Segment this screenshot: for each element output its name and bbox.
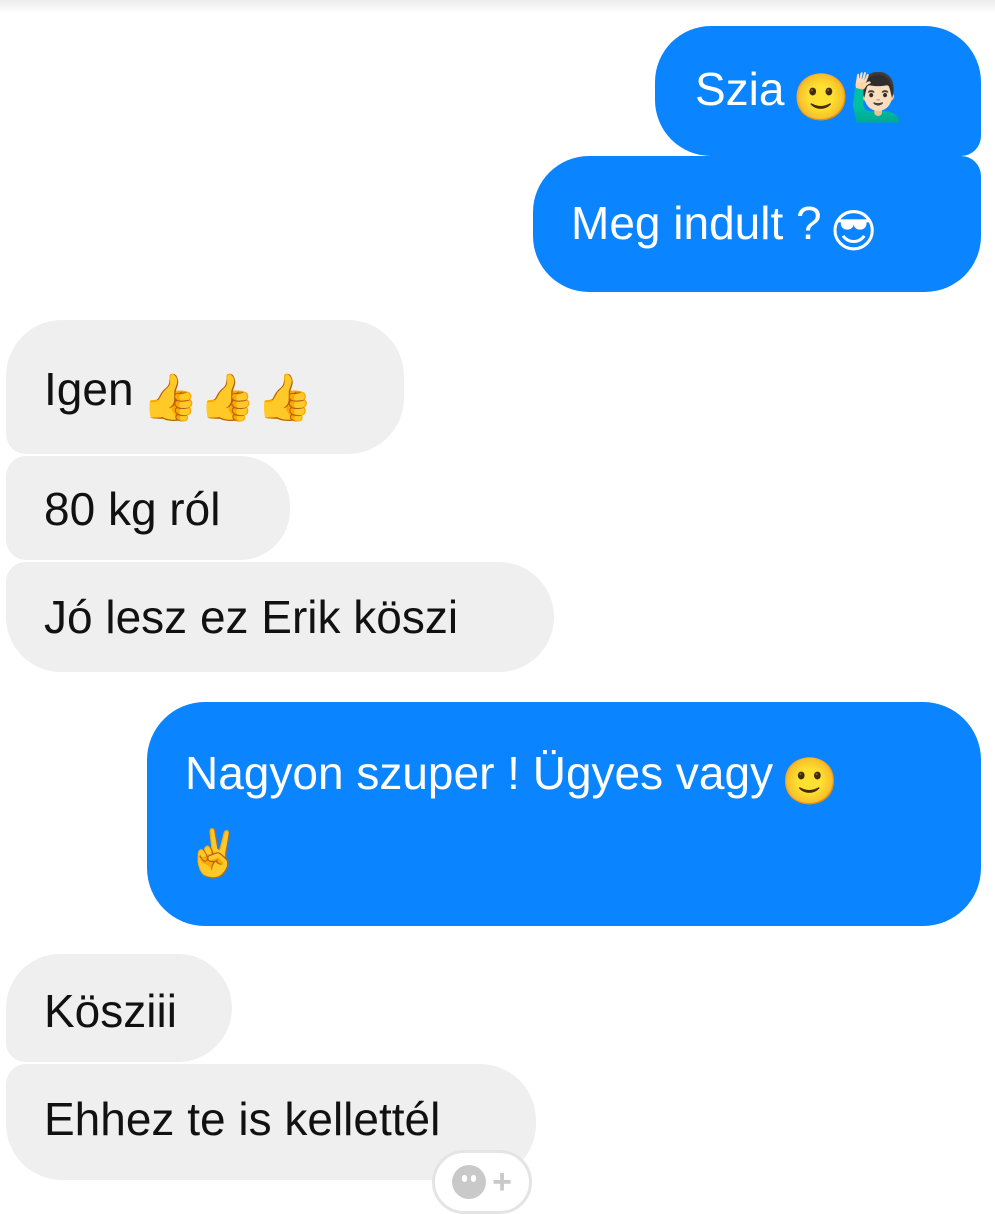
message-incoming[interactable]: Igen 👍👍👍 [6,320,404,454]
message-text: Nagyon szuper ! Ügyes vagy [185,747,774,799]
message-outgoing[interactable]: Meg indult ? 😎 [533,156,981,292]
emoji-victory-hand: ✌️ [185,826,243,880]
message-incoming[interactable]: 80 kg ról [6,456,290,560]
emoji-thumbs-up: 👍👍👍 [141,370,314,424]
message-outgoing[interactable]: Nagyon szuper ! Ügyes vagy 🙂 ✌️ [147,702,981,926]
message-text: Igen [44,363,134,415]
message-incoming[interactable]: Köszi​ii [6,954,232,1062]
message-text: Szia [695,63,785,115]
message-outgoing[interactable]: Szia 🙂🙋🏻‍♂️ [655,26,981,156]
add-reaction-button[interactable]: + [432,1150,532,1214]
message-text: Köszi​ii [44,985,177,1037]
message-text: 80 kg ról [44,483,221,535]
emoji-slight-smile: 🙂 [781,754,839,808]
smiley-icon [452,1165,487,1199]
emoji-sunglasses: 😎 [829,204,878,258]
message-text: Meg indult ? [571,197,822,249]
message-text: Jó lesz ez Erik köszi [44,591,459,643]
plus-icon: + [492,1163,512,1201]
top-fade-divider [0,0,995,14]
message-incoming[interactable]: Jó lesz ez Erik köszi [6,562,554,672]
emoji-slight-smile-raising-hand: 🙂🙋🏻‍♂️ [792,70,908,124]
message-text: Ehhez te is kellettél [44,1093,441,1145]
